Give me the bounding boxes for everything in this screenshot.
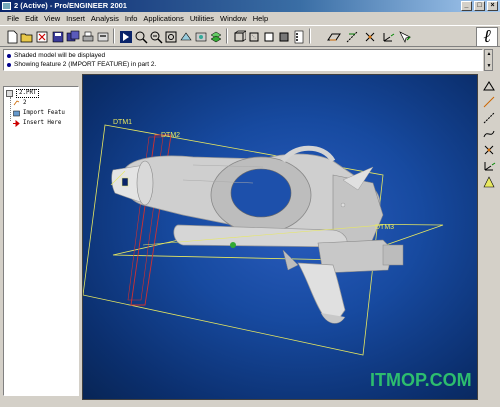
datum-planes-icon[interactable]	[326, 29, 341, 43]
watermark: ITMOP.COM	[370, 370, 472, 390]
zoom-out-icon[interactable]	[148, 29, 163, 44]
datum-axis-tool-icon[interactable]	[482, 111, 496, 125]
model-tree-icon[interactable]	[291, 29, 305, 44]
toolbar-separator	[113, 28, 115, 44]
message-area: Shaded model will be displayed Showing f…	[3, 49, 483, 71]
no-hidden-icon[interactable]	[261, 29, 275, 43]
message-text: Shaded model will be displayed	[14, 52, 106, 59]
analysis-tool-icon[interactable]	[482, 175, 496, 189]
datum-curve-tool-icon[interactable]	[482, 127, 496, 141]
datum-plane-tool-icon[interactable]	[482, 95, 496, 109]
model-tree: 2.PRT 2 Import Featu Insert Here	[3, 86, 79, 396]
part-icon	[6, 89, 13, 97]
datum-axes-icon[interactable]	[344, 29, 358, 43]
message-line: Shaded model will be displayed	[7, 51, 479, 60]
tree-item[interactable]: Import Featu	[13, 108, 65, 118]
scroll-down-icon[interactable]: ▼	[486, 63, 492, 69]
repaint-icon[interactable]	[118, 29, 132, 43]
sketch-icon[interactable]	[482, 79, 496, 93]
tree-root-label: 2.PRT	[16, 88, 40, 98]
menu-info[interactable]: Info	[122, 12, 141, 25]
menu-insert[interactable]: Insert	[63, 12, 88, 25]
orient-icon[interactable]	[178, 29, 192, 43]
print-icon[interactable]	[80, 29, 94, 43]
menu-edit[interactable]: Edit	[22, 12, 41, 25]
close-button[interactable]: ×	[487, 1, 498, 11]
menu-bar: File Edit View Insert Analysis Info Appl…	[0, 12, 500, 25]
save-icon[interactable]	[50, 29, 64, 43]
scroll-up-icon[interactable]: ▲	[486, 51, 492, 57]
bullet-icon	[7, 53, 11, 58]
graphics-window[interactable]: DTM1 DTM2 DTM3	[82, 74, 478, 400]
menu-help[interactable]: Help	[250, 12, 271, 25]
model-viewport[interactable]: DTM1 DTM2 DTM3	[83, 75, 478, 400]
tree-item-label: Insert Here	[23, 120, 62, 126]
signature-logo: ℓ	[476, 27, 498, 47]
message-line: Showing feature 2 (IMPORT FEATURE) in pa…	[7, 60, 479, 69]
datum-icon	[13, 99, 20, 105]
datum-label-dtm1: DTM1	[113, 119, 132, 126]
maximize-button[interactable]: □	[474, 1, 485, 11]
message-scrollbar[interactable]: ▲ ▼	[484, 49, 493, 71]
toolbar-separator	[309, 28, 311, 44]
zoom-in-icon[interactable]	[133, 29, 148, 44]
wireframe-icon[interactable]	[231, 29, 246, 43]
tree-item[interactable]: 2	[13, 98, 27, 108]
menu-view[interactable]: View	[41, 12, 63, 25]
tree-item-label: Import Featu	[23, 110, 65, 116]
datum-points-icon[interactable]	[362, 29, 376, 43]
minimize-button[interactable]: _	[461, 1, 472, 11]
insert-arrow-icon	[13, 119, 20, 127]
main-toolbar: ℓ	[0, 25, 500, 47]
saved-views-icon[interactable]	[193, 29, 207, 43]
csys-tool-icon[interactable]	[482, 159, 496, 173]
tree-connector	[10, 97, 11, 121]
menu-analysis[interactable]: Analysis	[88, 12, 122, 25]
toolbar-separator	[226, 28, 228, 44]
menu-file[interactable]: File	[4, 12, 22, 25]
datum-label-dtm3: DTM3	[375, 224, 394, 231]
layers-icon[interactable]	[208, 29, 222, 43]
hidden-line-icon[interactable]	[246, 29, 260, 43]
title-bar: 2 (Active) - Pro/ENGINEER 2001 _ □ ×	[0, 0, 500, 12]
new-icon[interactable]	[4, 29, 18, 44]
datum-label-dtm2: DTM2	[161, 132, 180, 139]
tree-item[interactable]: Insert Here	[13, 118, 61, 128]
menu-window[interactable]: Window	[217, 12, 250, 25]
coordinate-systems-icon[interactable]	[380, 29, 395, 43]
close-window-icon[interactable]	[34, 29, 48, 43]
message-text: Showing feature 2 (IMPORT FEATURE) in pa…	[14, 61, 157, 68]
application-window: 2 (Active) - Pro/ENGINEER 2001 _ □ × Fil…	[0, 0, 500, 407]
window-title: 2 (Active) - Pro/ENGINEER 2001	[14, 1, 127, 10]
menu-applications[interactable]: Applications	[140, 12, 186, 25]
bullet-icon	[7, 62, 11, 67]
import-feature-icon	[13, 110, 20, 116]
right-toolbar	[481, 77, 497, 189]
context-help-icon[interactable]	[397, 29, 412, 44]
save-copy-icon[interactable]	[65, 29, 80, 43]
email-icon[interactable]	[95, 29, 109, 43]
datum-point-tool-icon[interactable]	[482, 143, 496, 157]
app-icon	[2, 2, 11, 10]
tree-root[interactable]: 2.PRT	[6, 88, 40, 98]
menu-utilities[interactable]: Utilities	[187, 12, 217, 25]
tree-item-label: 2	[23, 100, 27, 106]
open-icon[interactable]	[19, 29, 33, 43]
refit-icon[interactable]	[163, 29, 177, 43]
shading-icon[interactable]	[276, 29, 290, 43]
